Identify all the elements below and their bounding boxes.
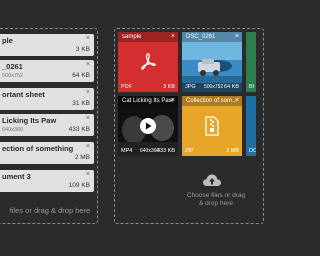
file-type: BI (249, 84, 255, 90)
file-size: 433 KB (68, 126, 90, 133)
file-dimensions: 500x752 (2, 73, 24, 79)
remove-file-icon[interactable]: × (235, 32, 239, 42)
file-size: 64 KB (224, 84, 239, 90)
file-dimensions: 640x360 (2, 127, 24, 133)
file-size: 109 KB (68, 182, 90, 189)
tile-title: sample (118, 32, 178, 42)
play-icon[interactable] (140, 118, 156, 134)
remove-file-icon[interactable]: × (86, 115, 90, 122)
drop-instructions-line1: Choose files or drag (186, 192, 246, 199)
file-row[interactable]: ument 3 109 KB × (0, 170, 94, 192)
file-row[interactable]: Licking Its Paw 640x360 433 KB × (0, 114, 94, 136)
file-name: ument 3 (2, 172, 31, 181)
file-row[interactable]: ple 3 KB × (0, 34, 94, 56)
file-name: ortant sheet (2, 90, 45, 99)
remove-file-icon[interactable]: × (86, 89, 90, 96)
file-name: ple (2, 36, 13, 45)
file-type: JPG (185, 84, 196, 90)
file-row[interactable]: ection of something 2 MB × (0, 142, 94, 164)
remove-file-icon[interactable]: × (171, 32, 175, 42)
file-tile-zip[interactable]: Collection of som... × ZIP 2 MB (182, 96, 242, 156)
file-type: DO (249, 148, 256, 154)
file-tile-jpg[interactable]: DSC_0261 × JPG 500x752 64 KB (182, 32, 242, 92)
file-name: Licking Its Paw (2, 116, 57, 125)
remove-file-icon[interactable]: × (235, 96, 239, 106)
file-row[interactable]: ortant sheet 31 KB × (0, 88, 94, 110)
file-tile-partial[interactable]: DO (246, 96, 256, 156)
cloud-upload-icon[interactable] (202, 172, 222, 188)
file-type: PDF (121, 84, 132, 90)
file-row[interactable]: _0261 500x752 64 KB × (0, 60, 94, 82)
remove-file-icon[interactable]: × (171, 96, 175, 106)
remove-file-icon[interactable]: × (86, 171, 90, 178)
file-type: ZIP (185, 148, 194, 154)
file-size: 433 KB (156, 148, 175, 154)
drop-instructions-line2: & drop here (199, 200, 233, 207)
file-size: 3 KB (163, 84, 175, 90)
file-size: 2 MB (226, 148, 239, 154)
remove-file-icon[interactable]: × (86, 35, 90, 42)
file-tile-pdf[interactable]: sample × PDF 3 KB (118, 32, 178, 92)
tile-title: Cat Licking Its Paw (118, 96, 178, 106)
drop-instructions[interactable]: files or drag & drop here (0, 206, 100, 215)
file-tile-mp4[interactable]: Cat Licking Its Paw × MP4 640x360 433 KB (118, 96, 178, 156)
pdf-icon (141, 53, 156, 70)
file-size: 2 MB (74, 154, 90, 161)
file-name: ection of something (2, 144, 74, 153)
file-type: MP4 (121, 148, 133, 154)
file-name: _0261 (2, 62, 23, 71)
tile-title: DSC_0261 (182, 32, 242, 42)
file-tile-partial[interactable]: BI (246, 32, 256, 92)
tile-title: Collection of som... (182, 96, 242, 106)
remove-file-icon[interactable]: × (86, 61, 90, 68)
file-size: 31 KB (72, 100, 90, 107)
remove-file-icon[interactable]: × (86, 143, 90, 150)
file-size: 64 KB (72, 72, 90, 79)
file-dimensions: 500x752 (204, 84, 224, 90)
drop-instructions[interactable]: Choose files or drag & drop here (170, 192, 262, 208)
file-size: 3 KB (75, 46, 90, 53)
zip-icon (205, 116, 219, 136)
